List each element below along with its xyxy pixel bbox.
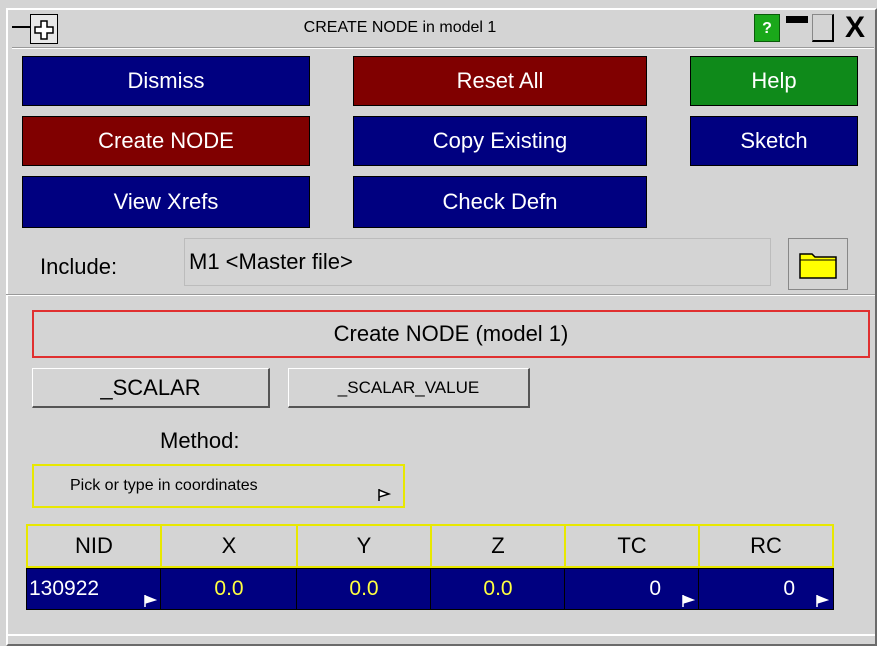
include-label: Include: — [40, 254, 118, 279]
check-defn-button[interactable]: Check Defn — [353, 176, 647, 228]
reset-all-button[interactable]: Reset All — [353, 56, 647, 106]
nid-flag-icon[interactable] — [143, 582, 158, 622]
nid-cell[interactable]: 130922 — [26, 568, 162, 610]
move-icon[interactable] — [30, 14, 58, 44]
tc-flag-icon[interactable] — [681, 582, 696, 622]
method-label: Method: — [160, 428, 240, 453]
sketch-button[interactable]: Sketch — [690, 116, 858, 166]
column-header-nid: NID — [26, 524, 162, 568]
help-button[interactable]: Help — [690, 56, 858, 106]
tc-cell[interactable]: 0 — [564, 568, 700, 610]
x-field[interactable]: 0.0 — [160, 568, 298, 610]
section-divider — [6, 294, 875, 296]
scalar-value-button[interactable]: _SCALAR_VALUE — [288, 368, 530, 408]
scalar-button[interactable]: _SCALAR — [32, 368, 270, 408]
create-node-button[interactable]: Create NODE — [22, 116, 310, 166]
help-icon[interactable]: ? — [754, 14, 780, 42]
title-separator — [12, 47, 874, 49]
close-icon[interactable]: X — [840, 12, 870, 44]
minimize-icon[interactable] — [786, 14, 808, 42]
window-title: CREATE NODE in model 1 — [303, 19, 497, 36]
column-header-x: X — [160, 524, 298, 568]
column-header-rc: RC — [698, 524, 834, 568]
column-header-tc: TC — [564, 524, 700, 568]
nid-value: 130922 — [29, 577, 100, 600]
bottom-divider — [6, 634, 875, 636]
z-field[interactable]: 0.0 — [430, 568, 566, 610]
rc-flag-icon[interactable] — [815, 582, 830, 622]
copy-existing-button[interactable]: Copy Existing — [353, 116, 647, 166]
rc-value: 0 — [783, 577, 795, 600]
maximize-icon[interactable] — [812, 14, 834, 42]
method-dropdown[interactable]: Pick or type in coordinates — [32, 464, 405, 508]
dropdown-flag-icon — [377, 478, 392, 518]
dismiss-button[interactable]: Dismiss — [22, 56, 310, 106]
panel-title: Create NODE (model 1) — [32, 310, 870, 358]
include-field[interactable]: M1 <Master file> — [184, 238, 771, 286]
column-header-y: Y — [296, 524, 432, 568]
rc-cell[interactable]: 0 — [698, 568, 834, 610]
column-header-z: Z — [430, 524, 566, 568]
system-menu-icon[interactable] — [12, 14, 30, 44]
y-field[interactable]: 0.0 — [296, 568, 432, 610]
tc-value: 0 — [649, 577, 661, 600]
browse-include-button[interactable] — [788, 238, 848, 290]
view-xrefs-button[interactable]: View Xrefs — [22, 176, 310, 228]
method-value: Pick or type in coordinates — [70, 477, 258, 494]
